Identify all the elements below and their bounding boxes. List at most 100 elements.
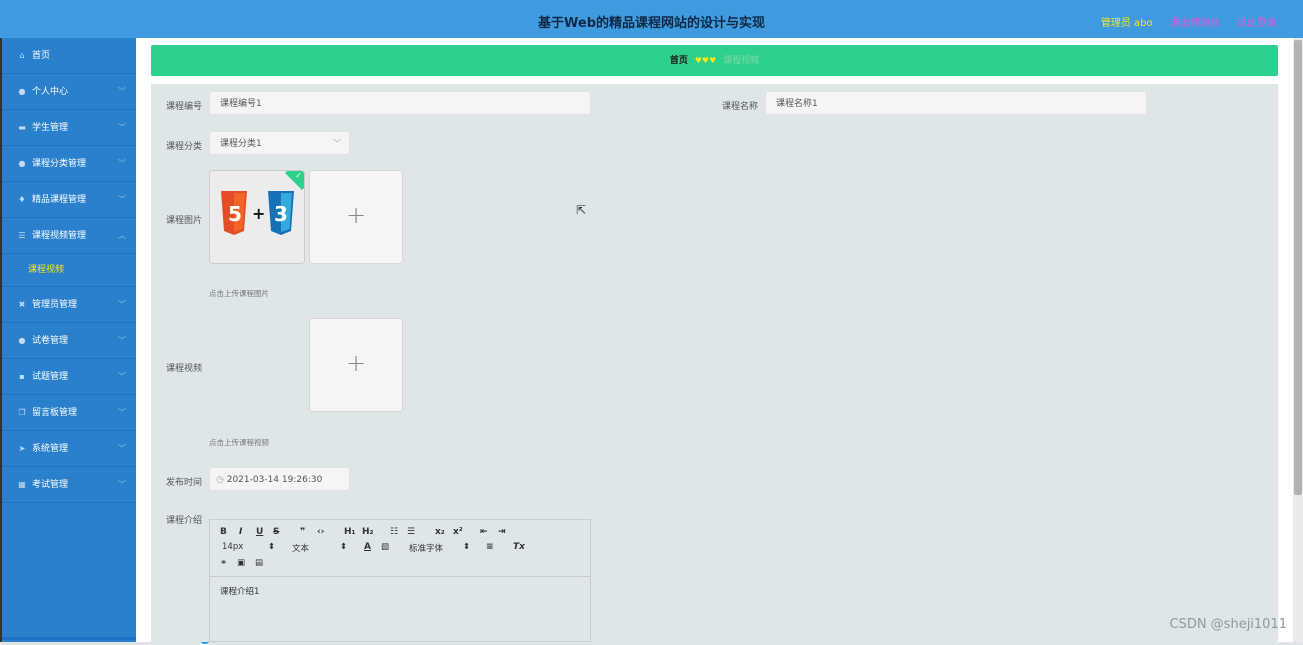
font-color-icon[interactable]: A	[364, 542, 371, 552]
scrollbar[interactable]	[1293, 38, 1303, 642]
scrollbar-thumb[interactable]	[1294, 40, 1302, 495]
sidebar-item-messages[interactable]: ❐ 留言板管理 ﹀	[2, 395, 138, 431]
sidebar-item-papers[interactable]: ● 试卷管理 ﹀	[2, 323, 138, 359]
chevron-down-icon: ﹀	[118, 336, 126, 345]
bold-button[interactable]: B	[220, 527, 227, 537]
category-value: 课程分类1	[220, 139, 262, 149]
chevron-down-icon: ﹀	[333, 139, 341, 148]
chevron-down-icon: ﹀	[118, 300, 126, 309]
strike-button[interactable]: S	[273, 527, 279, 537]
user-icon: ●	[18, 336, 26, 345]
chevron-down-icon: ﹀	[118, 372, 126, 381]
sidebar: ⌂ 首页 ● 个人中心 ﹀ ▬ 学生管理 ﹀ ● 课程分类管理 ﹀ ♦ 精品课程管理 ﹀ …	[0, 38, 206, 642]
plus-icon: +	[345, 349, 367, 377]
user-icon: ●	[18, 159, 26, 168]
publish-time-value: 2021-03-14 19:26:30	[226, 475, 323, 485]
subscript-button[interactable]: x₂	[435, 527, 445, 537]
course-no-input[interactable]: 课程编号1	[209, 91, 591, 115]
clock-icon: ◷	[216, 475, 224, 485]
course-name-label: 课程名称	[721, 102, 758, 112]
clear-format-icon[interactable]: Tx	[513, 542, 525, 552]
chevron-down-icon: ﹀	[118, 87, 126, 96]
chevron-updown-icon: ⬍	[340, 542, 348, 552]
rich-text-editor[interactable]: B I U S ❞ ‹› H₁ H₂ ☷ ☰ x₂ x² ⇤ ⇥ 14px ⬍ …	[209, 519, 591, 642]
monitor-icon: ▬	[18, 123, 26, 132]
image-upload-button[interactable]: +	[309, 170, 403, 264]
font-family-select[interactable]: 标准字体	[409, 542, 443, 554]
admin-name: 管理员 abo	[1100, 18, 1153, 29]
background-color-icon[interactable]: ▧	[381, 542, 389, 552]
breadcrumb-home[interactable]: 首页	[670, 56, 688, 66]
breadcrumb: 首页 ♥♥♥ 课程视频	[151, 45, 1278, 76]
chevron-updown-icon: ⬍	[268, 542, 276, 552]
image-upload-hint: 点击上传课程图片	[209, 289, 269, 298]
chevron-down-icon: ﹀	[118, 480, 126, 489]
bullet-list-icon[interactable]: ☰	[407, 527, 415, 537]
sidebar-item-label: 学生管理	[32, 123, 69, 133]
course-image-thumbnail[interactable]: 5 + 3 ✓	[209, 170, 305, 264]
sidebar-subitem-videos[interactable]: 课程视频	[2, 254, 138, 287]
top-bar: 基于Web的精品课程网站的设计与实现 管理员 abo 退出到前台 退出登录	[0, 0, 1303, 38]
header-links: 管理员 abo 退出到前台 退出登录	[1087, 14, 1277, 29]
underline-button[interactable]: U	[256, 527, 263, 537]
italic-button[interactable]: I	[239, 527, 242, 537]
sidebar-item-videos[interactable]: ☰ 课程视频管理 ︿	[2, 218, 138, 254]
sidebar-item-courses[interactable]: ♦ 精品课程管理 ﹀	[2, 182, 138, 218]
svg-text:+: +	[252, 204, 265, 223]
outdent-icon[interactable]: ⇤	[480, 527, 488, 537]
heart-separator-icon: ♥♥♥	[694, 56, 717, 65]
watermark: CSDN @sheji1011	[1169, 617, 1287, 632]
sidebar-item-home[interactable]: ⌂ 首页	[2, 38, 138, 74]
video-icon[interactable]: ▤	[255, 558, 263, 568]
publish-time-picker[interactable]: ◷ 2021-03-14 19:26:30	[209, 467, 350, 491]
ordered-list-icon[interactable]: ☷	[390, 527, 398, 537]
code-icon[interactable]: ‹›	[317, 527, 324, 537]
user-icon: ●	[18, 87, 26, 96]
text-style-select[interactable]: 文本	[292, 542, 309, 554]
heading2-button[interactable]: H₂	[362, 527, 373, 537]
sidebar-item-label: 课程视频管理	[32, 231, 87, 241]
image-icon[interactable]: ▣	[237, 558, 245, 568]
indent-icon[interactable]: ⇥	[498, 527, 506, 537]
sidebar-item-profile[interactable]: ● 个人中心 ﹀	[2, 74, 138, 110]
chevron-updown-icon: ⬍	[463, 542, 471, 552]
breadcrumb-current: 课程视频	[723, 56, 760, 66]
sidebar-item-label: 系统管理	[32, 444, 69, 454]
video-upload-button[interactable]: +	[309, 318, 403, 412]
quote-icon[interactable]: ❞	[300, 527, 305, 537]
course-name-input[interactable]: 课程名称1	[765, 91, 1147, 115]
chat-icon: ▪	[19, 372, 25, 381]
home-icon: ⌂	[19, 51, 25, 60]
image-label: 课程图片	[165, 216, 202, 226]
category-label: 课程分类	[165, 142, 202, 152]
link-icon[interactable]: ⚭	[220, 558, 227, 568]
sidebar-item-questions[interactable]: ▪ 试题管理 ﹀	[2, 359, 138, 395]
sidebar-item-students[interactable]: ▬ 学生管理 ﹀	[2, 110, 138, 146]
video-label: 课程视频	[165, 364, 202, 374]
publish-time-label: 发布时间	[165, 478, 202, 488]
heading1-button[interactable]: H₁	[344, 527, 355, 537]
category-select[interactable]: 课程分类1 ﹀	[209, 131, 350, 155]
html5-css3-logo-icon: 5 + 3	[210, 171, 304, 263]
chevron-down-icon: ﹀	[118, 444, 126, 453]
sidebar-item-categories[interactable]: ● 课程分类管理 ﹀	[2, 146, 138, 182]
copy-icon: ❐	[18, 408, 26, 417]
sidebar-item-label: 个人中心	[32, 87, 69, 97]
pin-icon: ♦	[18, 195, 26, 204]
sidebar-item-system[interactable]: ➤ 系统管理 ﹀	[2, 431, 138, 467]
sidebar-item-admins[interactable]: ✖ 管理员管理 ﹀	[2, 287, 138, 323]
editor-content[interactable]: 课程介绍1	[220, 585, 259, 597]
font-size-select[interactable]: 14px	[222, 542, 243, 552]
sidebar-item-exams[interactable]: ▦ 考试管理 ﹀	[2, 467, 138, 503]
sidebar-item-label: 管理员管理	[32, 300, 78, 310]
logout-link[interactable]: 退出登录	[1237, 18, 1277, 29]
chevron-down-icon: ﹀	[118, 408, 126, 417]
align-icon[interactable]: ≡	[486, 542, 494, 552]
back-to-front-link[interactable]: 退出到前台	[1170, 18, 1220, 29]
chevron-down-icon: ﹀	[118, 195, 126, 204]
superscript-button[interactable]: x²	[453, 527, 463, 537]
sidebar-item-label: 试卷管理	[32, 336, 69, 346]
mouse-cursor-icon: ⇱	[576, 203, 587, 217]
course-no-label: 课程编号	[165, 102, 202, 112]
svg-text:5: 5	[228, 202, 242, 226]
